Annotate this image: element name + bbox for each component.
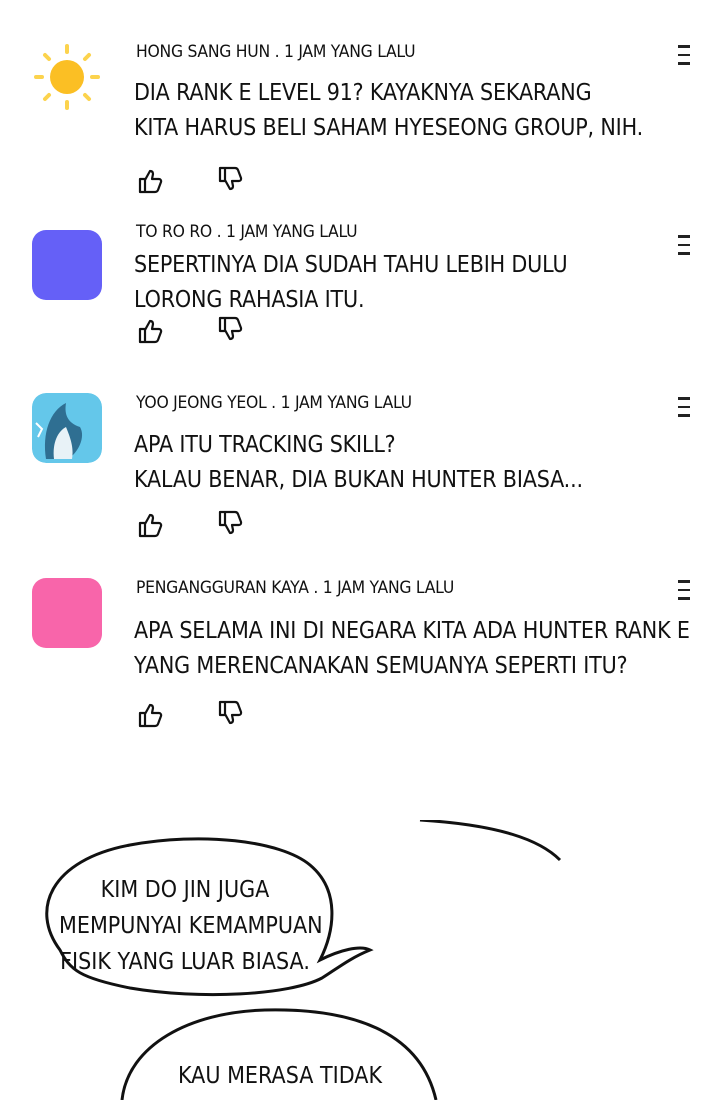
comment-line: KITA HARUS BELI SAHAM HYESEONG GROUP, NI… (134, 115, 644, 141)
speech-bubbles: KIM DO JIN JUGA MEMPUNYAI KEMAMPUAN FISI… (0, 820, 720, 1100)
speech-line: FISIK YANG LUAR BIASA. (60, 949, 310, 975)
comment-line: SEPERTINYA DIA SUDAH TAHU LEBIH DULU (134, 252, 568, 278)
comment-text: SEPERTINYA DIA SUDAH TAHU LEBIH DULU LOR… (134, 248, 568, 318)
speech-bubble-text: KIM DO JIN JUGA MEMPUNYAI KEMAMPUAN FISI… (59, 872, 323, 980)
comment-meta: YOO JEONG YEOL . 1 JAM YANG LALU (136, 393, 412, 413)
thumbs-up-icon[interactable] (137, 512, 163, 538)
thumbs-up-icon[interactable] (137, 318, 163, 344)
comment-meta: TO RO RO . 1 JAM YANG LALU (136, 222, 358, 242)
thumbs-down-icon[interactable] (217, 316, 243, 342)
comment-line: APA ITU TRACKING SKILL? (134, 432, 396, 458)
speech-line: KIM DO JIN JUGA (100, 877, 270, 903)
speech-line: MEMPUNYAI KEMAMPUAN (59, 913, 323, 939)
more-menu-icon[interactable] (678, 580, 692, 602)
speech-bubble-text: KAU MERASA TIDAK (154, 1058, 406, 1094)
comment-line: LORONG RAHASIA ITU. (134, 287, 365, 313)
comment-text: APA ITU TRACKING SKILL? KALAU BENAR, DIA… (134, 428, 583, 498)
comment-text: APA SELAMA INI DI NEGARA KITA ADA HUNTER… (134, 614, 690, 684)
more-menu-icon[interactable] (678, 397, 692, 419)
comment-line: KALAU BENAR, DIA BUKAN HUNTER BIASA... (134, 467, 583, 493)
thumbs-down-icon[interactable] (217, 510, 243, 536)
thumbs-up-icon[interactable] (137, 168, 163, 194)
sun-avatar (34, 44, 100, 110)
thumbs-up-icon[interactable] (137, 702, 163, 728)
comment-line: APA SELAMA INI DI NEGARA KITA ADA HUNTER… (134, 618, 690, 644)
comment-meta: PENGANGGURAN KAYA . 1 JAM YANG LALU (136, 578, 454, 598)
comment-meta: HONG SANG HUN . 1 JAM YANG LALU (136, 42, 416, 62)
speech-line: KAU MERASA TIDAK (177, 1063, 383, 1089)
whale-avatar (32, 393, 102, 463)
comment-line: YANG MERENCANAKAN SEMUANYA SEPERTI ITU? (134, 653, 628, 679)
avatar (32, 230, 102, 300)
more-menu-icon[interactable] (678, 45, 692, 67)
avatar (32, 578, 102, 648)
thumbs-down-icon[interactable] (217, 166, 243, 192)
comment-text: DIA RANK E LEVEL 91? KAYAKNYA SEKARANG K… (134, 76, 643, 146)
comment-line: DIA RANK E LEVEL 91? KAYAKNYA SEKARANG (134, 80, 592, 106)
thumbs-down-icon[interactable] (217, 700, 243, 726)
more-menu-icon[interactable] (678, 235, 692, 257)
